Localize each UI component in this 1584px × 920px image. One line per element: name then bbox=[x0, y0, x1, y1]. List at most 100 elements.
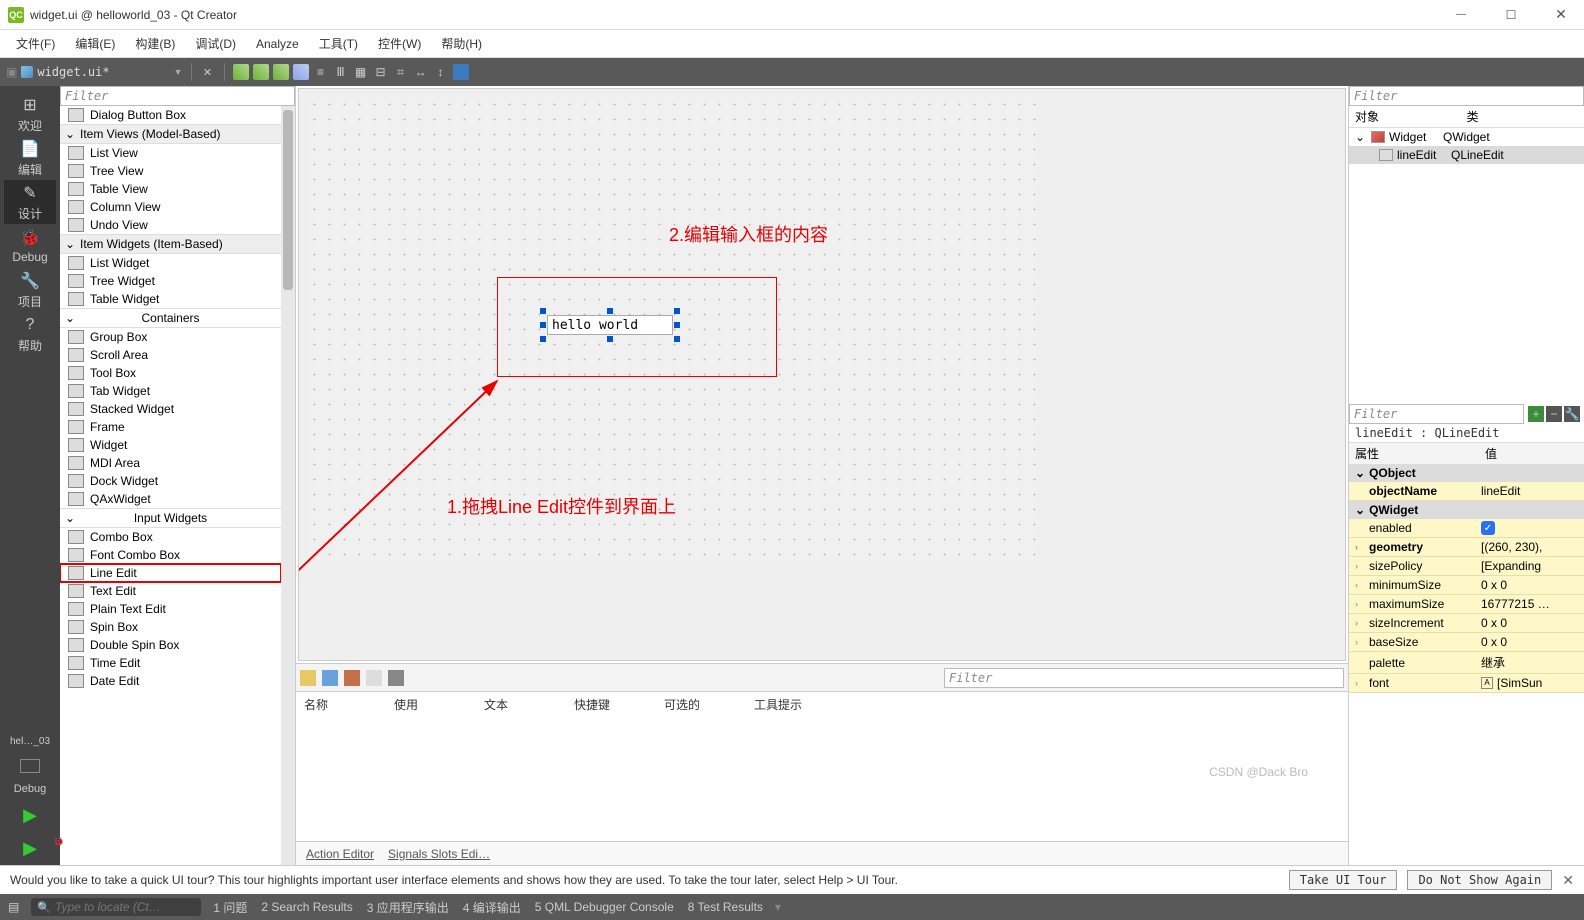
widget-item[interactable]: Text Edit bbox=[60, 582, 281, 600]
layout-grid-icon[interactable]: ▦ bbox=[353, 64, 369, 80]
doc-tab[interactable]: ▣ widget.ui* ▼ bbox=[6, 65, 183, 79]
mode-编辑[interactable]: 📄编辑 bbox=[4, 136, 56, 180]
widget-item[interactable]: Plain Text Edit bbox=[60, 600, 281, 618]
widget-item[interactable]: List Widget bbox=[60, 254, 281, 272]
widget-item[interactable]: Dock Widget bbox=[60, 472, 281, 490]
widget-item[interactable]: Widget bbox=[60, 436, 281, 454]
paste-action-icon[interactable] bbox=[344, 670, 360, 686]
widget-item[interactable]: Scroll Area bbox=[60, 346, 281, 364]
layout-form-icon[interactable]: ⊟ bbox=[373, 64, 389, 80]
new-action-icon[interactable] bbox=[300, 670, 316, 686]
form-canvas[interactable]: 2.编辑输入框的内容 1.拖拽Line Edit控件到界面上 hello wor… bbox=[307, 97, 1037, 562]
widget-item[interactable]: Date Edit bbox=[60, 672, 281, 690]
mode-欢迎[interactable]: ⊞欢迎 bbox=[4, 92, 56, 136]
status-menu-icon[interactable]: ▤ bbox=[8, 900, 19, 914]
widget-item[interactable]: Table View bbox=[60, 180, 281, 198]
prop-row[interactable]: ›sizePolicy[Expanding bbox=[1349, 557, 1584, 576]
widget-item[interactable]: Undo View bbox=[60, 216, 281, 234]
prop-add-icon[interactable]: + bbox=[1528, 406, 1544, 422]
delete-action-icon[interactable] bbox=[366, 670, 382, 686]
prop-row[interactable]: ›sizeIncrement0 x 0 bbox=[1349, 614, 1584, 633]
lineedit-widget[interactable]: hello world bbox=[547, 315, 673, 335]
prop-group[interactable]: ⌄QWidget bbox=[1349, 501, 1584, 519]
action-col[interactable]: 文本 bbox=[484, 696, 574, 713]
objtree-row-lineedit[interactable]: lineEdit QLineEdit bbox=[1349, 146, 1584, 164]
form-canvas-viewport[interactable]: 2.编辑输入框的内容 1.拖拽Line Edit控件到界面上 hello wor… bbox=[298, 88, 1346, 661]
objtree-filter[interactable]: Filter bbox=[1349, 86, 1584, 106]
widget-item[interactable]: Spin Box bbox=[60, 618, 281, 636]
action-col[interactable]: 名称 bbox=[304, 696, 394, 713]
mode-帮助[interactable]: ?帮助 bbox=[4, 312, 56, 356]
action-col[interactable]: 工具提示 bbox=[754, 696, 844, 713]
widget-item[interactable]: MDI Area bbox=[60, 454, 281, 472]
widget-item[interactable]: Stacked Widget bbox=[60, 400, 281, 418]
action-filter[interactable]: Filter bbox=[944, 668, 1344, 688]
prop-row[interactable]: enabled bbox=[1349, 519, 1584, 538]
tab-signals-slots[interactable]: Signals Slots Edi… bbox=[388, 847, 490, 861]
layout-icon-1[interactable] bbox=[233, 64, 249, 80]
prop-row[interactable]: ›fontA[SimSun bbox=[1349, 674, 1584, 693]
dont-show-button[interactable]: Do Not Show Again bbox=[1407, 870, 1552, 890]
tab-action-editor[interactable]: Action Editor bbox=[306, 847, 374, 861]
widget-category[interactable]: ⌄Item Views (Model-Based) bbox=[60, 124, 281, 144]
locator-input[interactable] bbox=[55, 900, 195, 914]
widget-item[interactable]: List View bbox=[60, 144, 281, 162]
copy-action-icon[interactable] bbox=[322, 670, 338, 686]
prop-filter[interactable]: Filter bbox=[1349, 404, 1524, 424]
widget-item[interactable]: Dialog Button Box bbox=[60, 106, 281, 124]
prop-config-icon[interactable]: 🔧 bbox=[1564, 406, 1580, 422]
menu-build[interactable]: 构建(B) bbox=[127, 31, 183, 56]
locator[interactable] bbox=[31, 898, 201, 916]
layout-hsplit-icon[interactable]: ≡ bbox=[313, 64, 329, 80]
menu-help[interactable]: 帮助(H) bbox=[433, 31, 490, 56]
take-tour-button[interactable]: Take UI Tour bbox=[1289, 870, 1398, 890]
mode-Debug[interactable]: 🐞Debug bbox=[4, 224, 56, 268]
widget-item[interactable]: Line Edit bbox=[60, 564, 281, 582]
prop-row[interactable]: ›maximumSize16777215 … bbox=[1349, 595, 1584, 614]
build-config[interactable]: Debug bbox=[14, 779, 46, 799]
close-button[interactable] bbox=[1546, 5, 1576, 25]
property-list[interactable]: ⌄QObjectobjectNamelineEdit⌄QWidgetenable… bbox=[1349, 464, 1584, 693]
status-pane[interactable]: 4 编译输出 bbox=[463, 899, 521, 916]
mode-项目[interactable]: 🔧项目 bbox=[4, 268, 56, 312]
prop-row[interactable]: ›minimumSize0 x 0 bbox=[1349, 576, 1584, 595]
prop-remove-icon[interactable]: − bbox=[1546, 406, 1562, 422]
prop-group[interactable]: ⌄QObject bbox=[1349, 464, 1584, 482]
status-pane[interactable]: 5 QML Debugger Console bbox=[535, 899, 674, 916]
info-close-icon[interactable]: ✕ bbox=[1562, 872, 1574, 889]
minimize-button[interactable] bbox=[1446, 5, 1476, 25]
action-col[interactable]: 使用 bbox=[394, 696, 484, 713]
layout-icon-2[interactable] bbox=[253, 64, 269, 80]
run-button[interactable]: ▶ bbox=[23, 799, 37, 832]
action-col[interactable]: 快捷键 bbox=[574, 696, 664, 713]
status-pane[interactable]: 8 Test Results bbox=[688, 899, 763, 916]
layout-vsplit-icon[interactable]: Ⅲ bbox=[333, 64, 349, 80]
prop-row[interactable]: ›geometry[(260, 230), bbox=[1349, 538, 1584, 557]
widget-item[interactable]: Tree Widget bbox=[60, 272, 281, 290]
widget-list[interactable]: Dialog Button Box⌄Item Views (Model-Base… bbox=[60, 106, 281, 865]
widget-item[interactable]: Frame bbox=[60, 418, 281, 436]
widget-item[interactable]: Tool Box bbox=[60, 364, 281, 382]
widget-item[interactable]: Table Widget bbox=[60, 290, 281, 308]
menu-tools[interactable]: 工具(T) bbox=[311, 31, 366, 56]
widget-item[interactable]: QAxWidget bbox=[60, 490, 281, 508]
status-pane[interactable]: 2 Search Results bbox=[261, 899, 352, 916]
mode-设计[interactable]: ✎设计 bbox=[4, 180, 56, 224]
close-doc-icon[interactable] bbox=[200, 64, 216, 80]
status-pane[interactable]: 1 问题 bbox=[213, 899, 247, 916]
target-selector-icon[interactable] bbox=[20, 759, 40, 773]
project-selector[interactable]: hel…_03 bbox=[4, 730, 56, 753]
layout-icon-4[interactable] bbox=[293, 64, 309, 80]
menu-edit[interactable]: 编辑(E) bbox=[67, 31, 123, 56]
menu-file[interactable]: 文件(F) bbox=[8, 31, 63, 56]
prop-row[interactable]: palette继承 bbox=[1349, 652, 1584, 674]
widget-item[interactable]: Tree View bbox=[60, 162, 281, 180]
widgetbox-scrollbar[interactable] bbox=[281, 106, 295, 865]
widget-item[interactable]: Combo Box bbox=[60, 528, 281, 546]
config-action-icon[interactable] bbox=[388, 670, 404, 686]
preview-icon[interactable] bbox=[453, 64, 469, 80]
widget-category[interactable]: ⌄Item Widgets (Item-Based) bbox=[60, 234, 281, 254]
debug-run-button[interactable]: ▶🐞 bbox=[23, 832, 37, 865]
widget-item[interactable]: Group Box bbox=[60, 328, 281, 346]
widget-item[interactable]: Time Edit bbox=[60, 654, 281, 672]
